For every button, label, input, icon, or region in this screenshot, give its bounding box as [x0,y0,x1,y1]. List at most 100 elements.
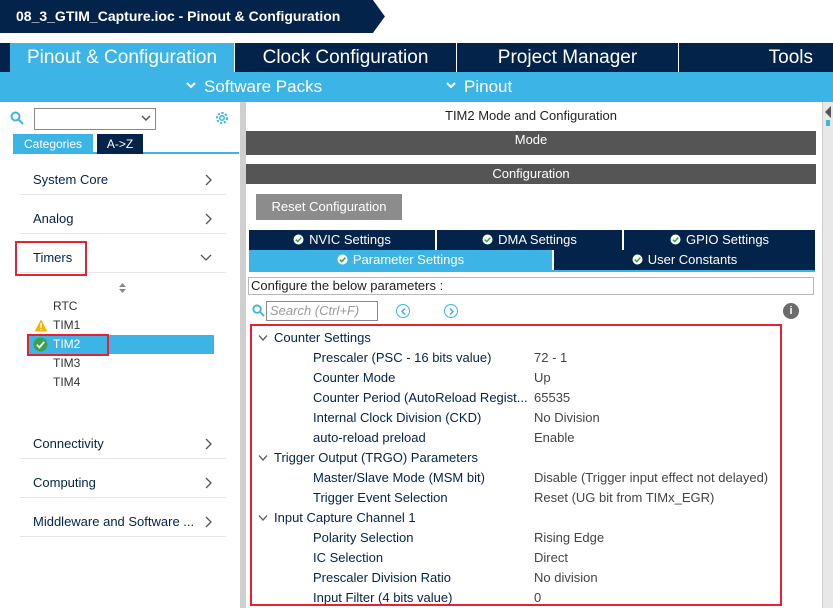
parameter-group-label: Input Capture Channel 1 [274,510,416,525]
parameter-value[interactable]: 65535 [534,390,570,405]
check-circle-icon [670,234,681,245]
parameter-value[interactable]: No Division [534,410,600,425]
right-scrollbar[interactable] [822,102,833,608]
timer-item-rtc[interactable]: RTC [53,299,77,313]
check-circle-icon [482,234,493,245]
chevron-right-icon [449,308,455,315]
category-middleware[interactable]: Middleware and Software ... [20,507,226,537]
category-computing[interactable]: Computing [20,468,226,498]
parameter-value[interactable]: Rising Edge [534,530,604,545]
breadcrumb-arrow-icon [366,0,385,33]
tab-tools[interactable]: Tools [678,43,833,72]
pinout-label: Pinout [464,77,513,96]
tab-underline [249,270,815,272]
mode-header[interactable]: Mode [246,131,816,149]
parameter-name: Prescaler (PSC - 16 bits value) [313,350,492,365]
tab-label: NVIC Settings [309,232,391,247]
tab-gpio-settings[interactable]: GPIO Settings [624,230,815,250]
gear-icon[interactable] [214,110,230,126]
info-icon[interactable]: i [783,303,799,319]
chevron-right-icon [205,477,212,489]
parameter-name: Internal Clock Division (CKD) [313,410,482,425]
tab-a-z[interactable]: A->Z [97,134,143,154]
parameter-name: auto-reload preload [313,430,426,445]
chevron-right-icon [205,174,212,186]
sub-tabs: Software Packs Pinout [0,72,833,102]
reset-configuration-button[interactable]: Reset Configuration [256,194,402,220]
tab-label: GPIO Settings [685,232,770,247]
chevron-down-icon[interactable] [141,113,151,123]
parameter-group[interactable]: Trigger Output (TRGO) Parameters [258,450,478,465]
software-packs-menu[interactable]: Software Packs [186,72,322,102]
parameter-value[interactable]: 72 - 1 [534,350,567,365]
tab-label: User Constants [647,252,738,267]
tab-label: DMA Settings [498,232,577,247]
pinout-menu[interactable]: Pinout [446,72,512,102]
scroll-marker-icon [825,106,831,126]
timers-highlight-box [15,241,87,276]
parameter-name: Trigger Event Selection [313,490,448,505]
parameter-value[interactable]: Disable (Trigger input effect not delaye… [534,470,768,485]
left-panel: Categories A->Z System Core Analog Timer… [0,102,240,608]
parameter-value[interactable]: Enable [534,430,574,445]
parameter-group[interactable]: Counter Settings [258,330,371,345]
parameter-name: Counter Mode [313,370,396,385]
category-label: Analog [33,211,74,226]
title-bar: 08_3_GTIM_Capture.ioc - Pinout & Configu… [0,0,833,33]
tab-label: Parameter Settings [352,252,465,267]
check-circle-icon [293,234,304,245]
timer-item-tim1[interactable]: TIM1 [53,318,80,332]
parameter-value[interactable]: No division [534,570,598,585]
category-analog[interactable]: Analog [20,204,226,234]
parameter-value[interactable]: 0 [534,590,541,605]
timer-item-tim4[interactable]: TIM4 [53,375,80,389]
chevron-right-icon [205,213,212,225]
configure-parameters-label: Configure the below parameters : [248,277,814,295]
right-panel: TIM2 Mode and Configuration Mode Configu… [246,102,822,608]
timer-item-tim3[interactable]: TIM3 [53,356,80,370]
category-search-input[interactable] [34,108,156,130]
tab-clock-configuration[interactable]: Clock Configuration [234,43,456,72]
parameters-tree: Counter Settings Prescaler (PSC - 16 bits… [250,324,782,606]
sort-icon[interactable] [118,282,127,294]
parameter-value[interactable]: Direct [534,550,568,565]
mode-title: TIM2 Mode and Configuration [445,108,617,123]
parameter-group[interactable]: Input Capture Channel 1 [258,510,416,525]
check-circle-icon [632,254,643,265]
tab-parameter-settings[interactable]: Parameter Settings [249,250,552,270]
category-connectivity[interactable]: Connectivity [20,429,226,459]
chevron-down-icon [186,81,196,88]
search-icon[interactable] [252,304,265,317]
search-previous-button[interactable] [396,304,410,318]
parameter-search-input[interactable]: Search (Ctrl+F) [266,301,378,321]
main-tabs: Pinout & Configuration Clock Configurati… [0,43,833,72]
configuration-header[interactable]: Configuration [246,164,816,184]
category-label: Computing [33,475,96,490]
warning-icon [34,319,48,332]
parameter-group-label: Trigger Output (TRGO) Parameters [274,450,478,465]
parameter-value[interactable]: Reset (UG bit from TIMx_EGR) [534,490,714,505]
tab-categories[interactable]: Categories [13,134,93,154]
chevron-down-icon [446,81,456,88]
chevron-down-icon [200,254,212,261]
software-packs-label: Software Packs [204,77,323,96]
category-label: Middleware and Software ... [33,514,195,529]
tab-project-manager[interactable]: Project Manager [456,43,678,72]
tab-nvic-settings[interactable]: NVIC Settings [249,230,435,250]
search-next-button[interactable] [444,304,458,318]
tab-pinout-configuration[interactable]: Pinout & Configuration [10,43,234,72]
check-circle-icon [337,254,348,265]
category-tabs: Categories A->Z [13,134,239,154]
parameter-name: Polarity Selection [313,530,414,545]
category-label: Connectivity [33,436,104,451]
category-system-core[interactable]: System Core [20,165,226,195]
tab-user-constants[interactable]: User Constants [554,250,815,270]
search-icon[interactable] [10,111,24,125]
tab-dma-settings[interactable]: DMA Settings [437,230,622,250]
parameter-group-label: Counter Settings [274,330,371,345]
chevron-down-icon [258,455,268,461]
parameter-name: Prescaler Division Ratio [313,570,451,585]
chevron-right-icon [205,438,212,450]
tim2-highlight-box [27,334,109,356]
parameter-value[interactable]: Up [534,370,551,385]
